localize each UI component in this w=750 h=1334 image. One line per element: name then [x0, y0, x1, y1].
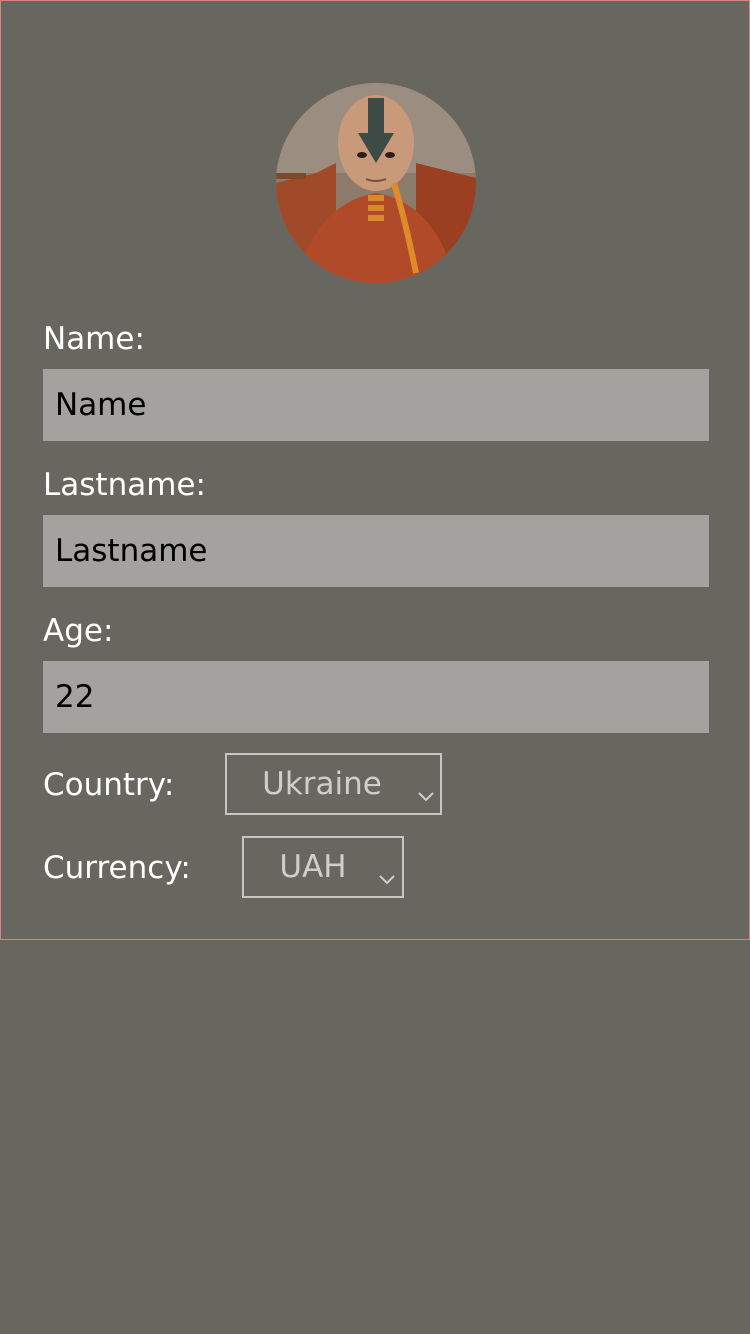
lastname-input[interactable]: Lastname: [43, 515, 709, 587]
chevron-down-icon: [378, 858, 396, 894]
profile-form-panel: Name: Name Lastname: Lastname Age: 22 Co…: [0, 0, 750, 940]
age-label: Age:: [43, 613, 114, 649]
chevron-down-icon: [417, 775, 435, 811]
avatar[interactable]: [276, 83, 476, 283]
currency-select[interactable]: UAH: [242, 836, 404, 898]
country-label: Country:: [43, 767, 175, 803]
name-label: Name:: [43, 321, 145, 357]
lastname-label: Lastname:: [43, 467, 206, 503]
avatar-image: [276, 83, 476, 283]
name-input[interactable]: Name: [43, 369, 709, 441]
country-select-value: Ukraine: [262, 766, 382, 802]
currency-select-value: UAH: [279, 849, 347, 885]
age-input[interactable]: 22: [43, 661, 709, 733]
country-select[interactable]: Ukraine: [225, 753, 442, 815]
currency-label: Currency:: [43, 850, 191, 886]
